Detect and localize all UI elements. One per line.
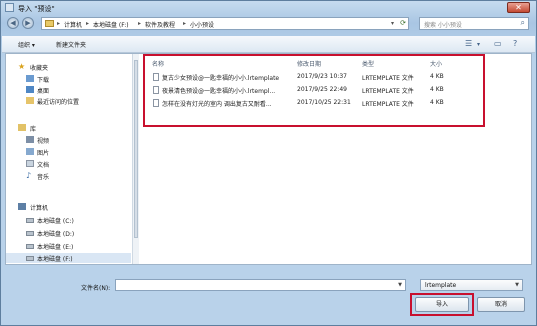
folder-icon — [45, 20, 54, 27]
file-icon — [153, 99, 159, 107]
organize-button[interactable]: 组织 ▾ — [18, 40, 35, 49]
file-size: 4 KB — [430, 73, 444, 80]
file-type: LRTEMPLATE 文件 — [362, 101, 414, 108]
file-date: 2017/9/25 22:49 — [297, 86, 347, 93]
filename-label: 文件名(N): — [81, 285, 111, 292]
chevron-down-icon: ▼ — [515, 282, 519, 288]
file-list: 名称 修改日期 类型 大小 复古少女预设@一匙幸福的小小.lrtemplate … — [140, 54, 531, 264]
sidebar-header-computer: 计算机 — [30, 205, 49, 212]
star-icon: ★ — [18, 62, 26, 71]
file-size: 4 KB — [430, 99, 444, 106]
sidebar-header-favorites: 收藏夹 — [30, 65, 49, 72]
sidebar-item-label: 图片 — [37, 150, 50, 157]
file-date: 2017/10/25 22:31 — [297, 99, 351, 106]
sidebar-item-drive-f[interactable]: 本地磁盘 (F:) — [6, 253, 131, 263]
browser-area: ★ 收藏夹 下载 桌面 最近访问的位置 库 视频 图片 文档 ♪ 音乐 计算机 … — [5, 53, 532, 265]
app-icon — [5, 3, 14, 12]
sidebar-item-label: 视频 — [37, 138, 50, 145]
chevron-right-icon: ▸ — [86, 20, 90, 27]
navigation-bar: ◀ ▶ ▸ 计算机 ▸ 本地磁盘 (F:) ▸ 软件及教程 ▸ 小小预设 ▾ ⟳… — [5, 15, 532, 32]
forward-arrow-icon[interactable]: ▶ — [22, 17, 34, 29]
view-options-icon[interactable]: ☰ — [465, 39, 472, 48]
help-icon[interactable]: ? — [513, 39, 517, 48]
scrollbar-thumb[interactable] — [134, 60, 138, 238]
chevron-right-icon: ▸ — [138, 20, 142, 27]
library-icon — [18, 124, 26, 131]
sidebar-item-label: 本地磁盘 (E:) — [37, 244, 74, 251]
title-bar: 导入 "预设" ✕ — [1, 1, 536, 15]
refresh-icon[interactable]: ⟳ — [400, 19, 406, 27]
new-folder-button[interactable]: 新建文件夹 — [56, 40, 86, 49]
document-icon — [26, 160, 34, 167]
breadcrumb-software[interactable]: 软件及教程 — [145, 20, 175, 29]
desktop-icon — [26, 86, 34, 93]
breadcrumb-presets[interactable]: 小小预设 — [190, 20, 214, 29]
navigation-pane: ★ 收藏夹 下载 桌面 最近访问的位置 库 视频 图片 文档 ♪ 音乐 计算机 … — [6, 54, 131, 264]
sidebar-item-label: 文档 — [37, 162, 50, 169]
file-size: 4 KB — [430, 86, 444, 93]
window-title: 导入 "预设" — [18, 5, 55, 13]
sidebar-header-library: 库 — [30, 126, 37, 133]
cancel-button[interactable]: 取消 — [477, 297, 525, 312]
search-icon[interactable]: ⌕ — [521, 18, 525, 28]
music-icon: ♪ — [26, 171, 32, 180]
dialog-footer: 文件名(N): ▼ lrtemplate ▼ 导入 取消 — [1, 269, 536, 325]
file-name: 夜景清色预设@一匙幸福的小小.lrtempl... — [162, 88, 276, 95]
download-folder-icon — [26, 75, 34, 82]
back-arrow-icon[interactable]: ◀ — [7, 17, 19, 29]
search-input[interactable]: 搜索 小小预设 ⌕ — [419, 17, 529, 30]
chevron-down-icon[interactable]: ▾ — [391, 20, 394, 27]
chevron-right-icon: ▸ — [57, 20, 61, 27]
computer-icon — [18, 203, 26, 210]
address-bar[interactable]: ▸ 计算机 ▸ 本地磁盘 (F:) ▸ 软件及教程 ▸ 小小预设 ▾ ⟳ — [41, 17, 409, 30]
breadcrumb-drive-f[interactable]: 本地磁盘 (F:) — [93, 20, 129, 29]
highlight-box — [410, 293, 474, 316]
chevron-right-icon: ▸ — [183, 20, 187, 27]
drive-icon — [26, 256, 34, 261]
file-type: LRTEMPLATE 文件 — [362, 88, 414, 95]
import-dialog: 导入 "预设" ✕ ◀ ▶ ▸ 计算机 ▸ 本地磁盘 (F:) ▸ 软件及教程 … — [0, 0, 537, 326]
search-placeholder: 搜索 小小预设 — [424, 22, 462, 29]
file-name: 怎样在没有灯光的室内 调出复古又耐看... — [162, 101, 272, 108]
drive-icon — [26, 218, 34, 223]
sidebar-item-label: 本地磁盘 (D:) — [37, 231, 75, 238]
breadcrumb-computer[interactable]: 计算机 — [64, 20, 82, 29]
drive-icon — [26, 231, 34, 236]
filetype-value: lrtemplate — [425, 282, 457, 289]
filetype-select[interactable]: lrtemplate ▼ — [420, 279, 523, 291]
close-button[interactable]: ✕ — [507, 2, 530, 13]
sidebar-scrollbar[interactable] — [132, 54, 139, 264]
chevron-down-icon[interactable]: ▾ — [477, 41, 480, 48]
preview-pane-icon[interactable]: ▭ — [494, 39, 502, 48]
picture-icon — [26, 148, 34, 155]
file-name: 复古少女预设@一匙幸福的小小.lrtemplate — [162, 75, 280, 82]
sidebar-item-label: 本地磁盘 (C:) — [37, 218, 74, 225]
toolbar: 组织 ▾ 新建文件夹 ☰ ▾ ▭ ? — [2, 36, 535, 53]
drive-icon — [26, 244, 34, 249]
file-type: LRTEMPLATE 文件 — [362, 75, 414, 82]
video-icon — [26, 136, 34, 143]
sidebar-item-label: 桌面 — [37, 88, 50, 95]
sidebar-item-label: 最近访问的位置 — [37, 99, 80, 106]
file-icon — [153, 73, 159, 81]
recent-places-icon — [26, 97, 34, 104]
file-date: 2017/9/23 10:37 — [297, 73, 347, 80]
chevron-down-icon[interactable]: ▼ — [398, 282, 402, 288]
filename-input[interactable]: ▼ — [115, 279, 406, 291]
file-icon — [153, 86, 159, 94]
sidebar-item-label: 下载 — [37, 77, 50, 84]
sidebar-item-label: 音乐 — [37, 174, 50, 181]
sidebar-item-label: 本地磁盘 (F:) — [37, 256, 73, 263]
